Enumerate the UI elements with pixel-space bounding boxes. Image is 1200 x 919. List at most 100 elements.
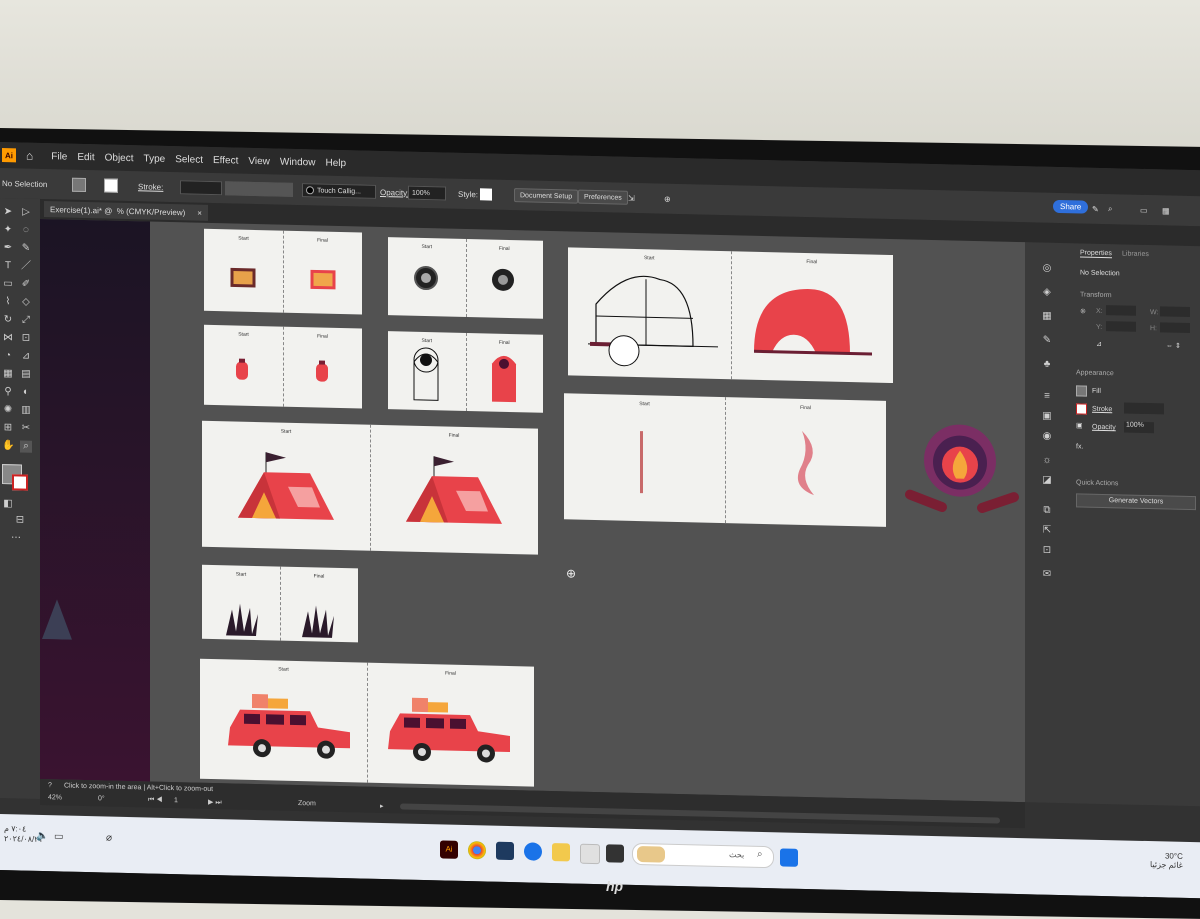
stroke-color-swatch[interactable] xyxy=(12,474,28,491)
opacity-field[interactable]: 100% xyxy=(408,185,446,201)
illustrator-taskbar-icon[interactable]: Ai xyxy=(440,840,458,859)
help-icon[interactable]: ? xyxy=(48,782,52,789)
menu-window[interactable]: Window xyxy=(280,156,316,168)
lasso-icon[interactable]: ◌ xyxy=(20,224,32,236)
blend-tool-icon[interactable]: ◐ xyxy=(20,386,32,398)
workspace-icon[interactable]: ▦ xyxy=(1162,206,1170,215)
width-tool-icon[interactable]: ⋈ xyxy=(2,332,14,344)
artboard-trailer[interactable]: Start Final xyxy=(568,247,893,384)
volume-icon[interactable]: 🔈 xyxy=(36,831,48,842)
h-field[interactable] xyxy=(1160,322,1190,334)
notification-icon[interactable]: ⌀ xyxy=(106,832,112,843)
tab-libraries[interactable]: Libraries xyxy=(1122,250,1149,258)
menu-help[interactable]: Help xyxy=(325,157,346,168)
menu-file[interactable]: File xyxy=(51,151,67,162)
scale-tool-icon[interactable]: ⤢ xyxy=(20,314,32,326)
perspective-grid-icon[interactable]: ⊿ xyxy=(20,350,32,362)
start-menu-icon[interactable] xyxy=(780,848,798,867)
zoom-tool-icon[interactable]: ⌕ xyxy=(20,440,32,453)
canvas-area[interactable]: Start Final Start Final Start Final Star… xyxy=(40,218,1028,803)
stroke-weight-field[interactable] xyxy=(180,180,222,196)
rotate-icon[interactable]: ⊿ xyxy=(1096,340,1102,348)
pen-tool-icon[interactable]: ✒ xyxy=(2,242,14,254)
app-taskbar-icon[interactable] xyxy=(606,844,624,863)
eyedropper-icon[interactable]: ⚲ xyxy=(2,386,14,398)
opacity-field[interactable]: 100% xyxy=(1124,421,1154,434)
fill-swatch-icon[interactable] xyxy=(1076,385,1087,397)
magic-wand-icon[interactable]: ✦ xyxy=(2,224,14,236)
color-guide-icon[interactable]: ◈ xyxy=(1041,287,1053,299)
mesh-tool-icon[interactable]: ▦ xyxy=(2,368,14,380)
artboard-grass[interactable]: Start Final xyxy=(202,564,358,643)
variable-width-field[interactable] xyxy=(225,181,293,197)
brushes-icon[interactable]: ✎ xyxy=(1041,335,1053,347)
close-tab-icon[interactable]: × xyxy=(197,208,202,217)
edge-taskbar-icon[interactable] xyxy=(524,842,542,861)
swatches-icon[interactable]: ▦ xyxy=(1041,311,1053,323)
screen-mode-icon[interactable]: ⊟ xyxy=(14,514,26,526)
artboard-number-field[interactable]: 1 xyxy=(174,797,178,804)
chrome-taskbar-icon[interactable] xyxy=(468,841,486,860)
line-tool-icon[interactable]: ／ xyxy=(20,260,32,272)
artboard-lantern[interactable]: Start Final xyxy=(204,324,362,409)
symbols-icon[interactable]: ♣ xyxy=(1041,359,1053,371)
zoom-level-field[interactable]: 42% xyxy=(48,794,62,801)
stroke-swatch-icon[interactable] xyxy=(1076,403,1087,415)
artboard-circle[interactable]: Start Final xyxy=(388,237,543,319)
gradient-panel-icon[interactable]: ▣ xyxy=(1041,411,1053,423)
flip-icon[interactable]: ⇔ ⇕ xyxy=(1166,341,1181,349)
fill-swatch[interactable] xyxy=(72,177,86,193)
search-icon[interactable]: ⌕ xyxy=(1108,204,1112,214)
direct-selection-tool-icon[interactable]: ▷ xyxy=(20,206,32,218)
transparency-icon[interactable]: ◉ xyxy=(1041,431,1053,443)
selection-tool-icon[interactable]: ➤ xyxy=(2,206,14,218)
fx-button[interactable]: fx. xyxy=(1076,443,1083,450)
eraser-tool-icon[interactable]: ◇ xyxy=(20,296,32,308)
recolor-icon[interactable]: ⊕ xyxy=(664,194,671,203)
column-graph-icon[interactable]: ▥ xyxy=(20,404,32,416)
menu-view[interactable]: View xyxy=(248,155,270,167)
rotation-field[interactable]: 0° xyxy=(98,795,105,802)
campfire-illustration[interactable] xyxy=(898,421,1028,534)
home-icon[interactable]: ⌂ xyxy=(26,149,33,163)
stroke-panel-icon[interactable]: ≡ xyxy=(1041,391,1053,403)
stroke-weight-field[interactable] xyxy=(1124,402,1164,415)
x-field[interactable] xyxy=(1106,305,1136,316)
rotate-tool-icon[interactable]: ↻ xyxy=(2,314,14,326)
type-tool-icon[interactable]: T xyxy=(2,260,14,272)
appearance-icon[interactable]: ☼ xyxy=(1041,455,1053,467)
share-button[interactable]: Share xyxy=(1053,199,1089,214)
gradient-tool-icon[interactable]: ▤ xyxy=(20,368,32,380)
menu-object[interactable]: Object xyxy=(105,152,134,164)
hand-tool-icon[interactable]: ✋ xyxy=(2,440,14,452)
first-artboard-icon[interactable]: ⏮ ◀ xyxy=(148,796,163,804)
store-taskbar-icon[interactable] xyxy=(580,843,600,865)
arrange-docs-icon[interactable]: ▭ xyxy=(1140,205,1148,214)
artboard-tool-icon[interactable]: ⊞ xyxy=(2,422,14,434)
comments-icon[interactable]: ✉ xyxy=(1041,569,1053,581)
symbol-sprayer-icon[interactable]: ✺ xyxy=(2,404,14,416)
horizontal-scrollbar[interactable] xyxy=(400,803,1000,824)
menu-effect[interactable]: Effect xyxy=(213,155,238,167)
weather-widget[interactable]: 30°C غائم جزئيا xyxy=(1150,851,1183,869)
layers-icon[interactable]: ⧉ xyxy=(1041,505,1053,517)
menu-type[interactable]: Type xyxy=(144,153,166,165)
artboard-flame[interactable]: Start Final xyxy=(564,393,886,527)
artboard-door[interactable]: Start Final xyxy=(388,331,543,413)
slice-tool-icon[interactable]: ✂ xyxy=(20,422,32,434)
status-menu-icon[interactable]: ▸ xyxy=(380,802,384,810)
taskbar-search-box[interactable]: بحث ⌕ xyxy=(632,842,774,869)
opacity-label[interactable]: Opacity xyxy=(1092,424,1116,432)
stroke-label[interactable]: Stroke: xyxy=(138,182,163,192)
artboard-tent[interactable]: Start Final xyxy=(202,420,538,555)
export-icon[interactable]: ⇱ xyxy=(1041,525,1053,537)
opacity-label[interactable]: Opacity: xyxy=(380,187,409,197)
document-setup-button[interactable]: Document Setup xyxy=(514,188,579,204)
preferences-button[interactable]: Preferences xyxy=(578,189,628,205)
brush-dropdown[interactable]: Touch Callig... xyxy=(302,183,376,199)
brush-tool-icon[interactable]: ✐ xyxy=(20,278,32,290)
menu-select[interactable]: Select xyxy=(175,154,203,166)
style-swatch[interactable] xyxy=(480,188,492,201)
generate-vectors-button[interactable]: Generate Vectors xyxy=(1076,493,1196,511)
calculator-taskbar-icon[interactable] xyxy=(496,841,514,861)
